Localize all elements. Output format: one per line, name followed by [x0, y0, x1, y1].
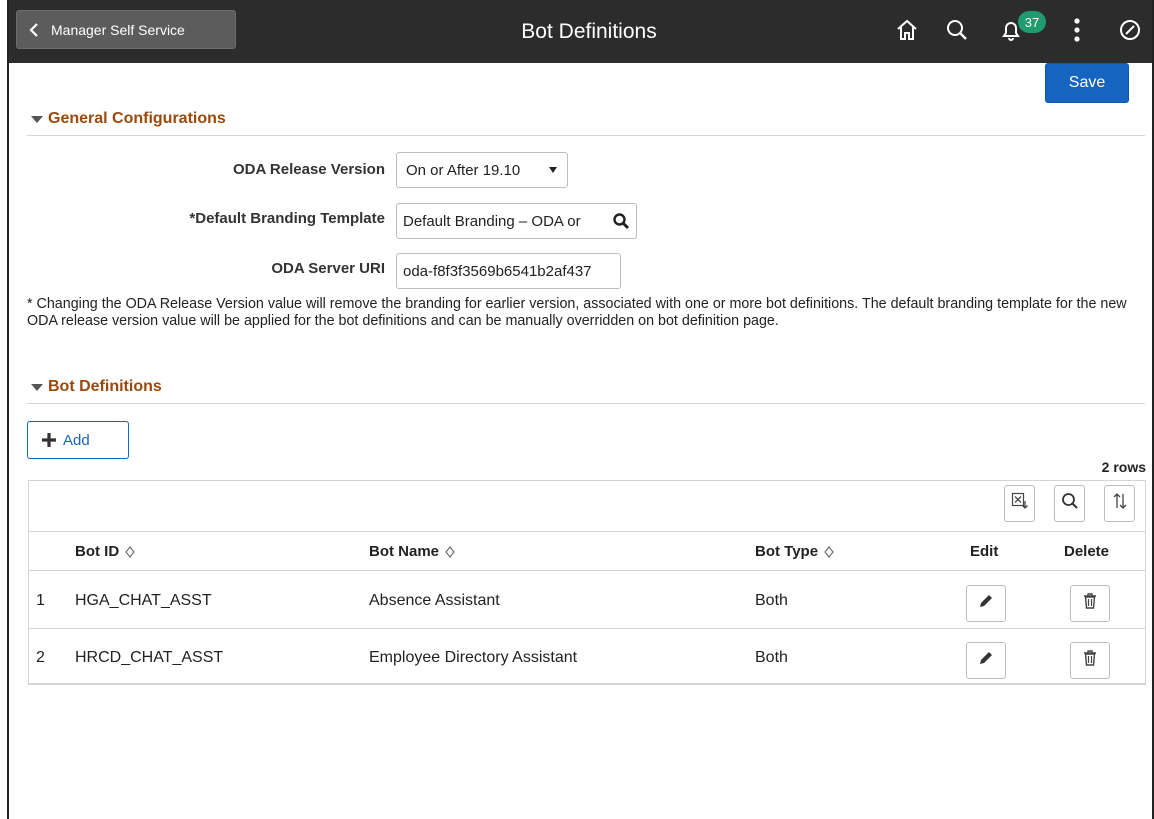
oda-server-uri-value: oda-f8f3f3569b6541b2af437	[403, 262, 592, 280]
more-vertical-icon[interactable]	[1062, 15, 1092, 45]
oda-server-uri-input[interactable]: oda-f8f3f3569b6541b2af437	[396, 253, 621, 289]
pencil-icon	[977, 649, 995, 672]
window-border-left	[7, 0, 9, 819]
banner: Manager Self Service Bot Definitions 37	[9, 0, 1152, 63]
edit-button[interactable]	[966, 585, 1006, 622]
download-excel-button[interactable]	[1004, 485, 1035, 522]
plus-icon	[41, 432, 57, 448]
sort-diamond-icon	[445, 545, 455, 558]
cell-bot-type: Both	[755, 648, 788, 666]
delete-button[interactable]	[1070, 585, 1110, 622]
search-icon[interactable]	[942, 15, 972, 45]
bot-definitions-grid: Bot ID Bot Name Bot Type Edit Delete 1 H…	[28, 480, 1146, 685]
add-button[interactable]: Add	[27, 421, 129, 459]
home-icon[interactable]	[892, 15, 922, 45]
trash-icon	[1082, 649, 1098, 672]
collapse-triangle-icon	[31, 384, 43, 391]
grid-header-row: Bot ID Bot Name Bot Type Edit Delete	[29, 532, 1145, 571]
page-title: Bot Definitions	[521, 19, 657, 43]
default-branding-template-input[interactable]: Default Branding – ODA or	[396, 203, 637, 239]
column-header-bot-id[interactable]: Bot ID	[75, 532, 135, 571]
column-header-edit: Edit	[970, 543, 999, 560]
sort-diamond-icon	[824, 545, 834, 558]
cell-bot-id: HRCD_CHAT_ASST	[75, 648, 224, 666]
cell-bot-type: Both	[755, 591, 788, 609]
cell-bot-name: Absence Assistant	[369, 591, 500, 609]
edit-button[interactable]	[966, 642, 1006, 679]
column-header-bot-name[interactable]: Bot Name	[369, 532, 455, 571]
section-title: General Configurations	[48, 110, 226, 127]
cell-bot-name: Employee Directory Assistant	[369, 648, 578, 666]
grid-find-button[interactable]	[1054, 485, 1085, 522]
cell-bot-id: HGA_CHAT_ASST	[75, 591, 212, 609]
row-number: 2	[36, 648, 45, 666]
notification-count-badge[interactable]: 37	[1018, 11, 1046, 33]
pencil-icon	[977, 592, 995, 615]
section-general-configurations[interactable]: General Configurations	[27, 110, 1145, 136]
default-branding-template-label: *Default Branding Template	[189, 210, 385, 227]
row-number: 1	[36, 591, 45, 609]
column-header-label: Bot ID	[75, 543, 120, 560]
default-branding-template-value: Default Branding – ODA or	[403, 212, 581, 230]
column-header-label: Bot Type	[755, 543, 819, 560]
column-header-bot-type[interactable]: Bot Type	[755, 532, 834, 571]
trash-icon	[1082, 592, 1098, 615]
grid-toolbar	[29, 481, 1145, 532]
sort-arrows-icon	[1111, 492, 1129, 515]
column-header-label: Bot Name	[369, 543, 440, 560]
release-version-note: * Changing the ODA Release Version value…	[27, 296, 1127, 329]
excel-download-icon	[1011, 492, 1029, 515]
back-button-label: Manager Self Service	[51, 21, 185, 38]
dropdown-caret-icon	[549, 167, 557, 173]
save-button[interactable]: Save	[1045, 63, 1129, 103]
column-header-delete: Delete	[1064, 543, 1110, 560]
navbar-icon[interactable]	[1115, 15, 1145, 45]
oda-server-uri-label: ODA Server URI	[271, 260, 385, 277]
oda-release-version-label: ODA Release Version	[232, 161, 385, 178]
table-row: 2 HRCD_CHAT_ASST Employee Directory Assi…	[29, 629, 1145, 686]
grid-sort-button[interactable]	[1104, 485, 1135, 522]
search-icon	[1061, 492, 1079, 515]
back-button[interactable]: Manager Self Service	[16, 10, 236, 49]
oda-release-version-value: On or After 19.10	[406, 161, 521, 179]
section-title: Bot Definitions	[48, 378, 162, 395]
chevron-left-icon	[29, 10, 51, 49]
section-bot-definitions[interactable]: Bot Definitions	[27, 378, 1145, 404]
collapse-triangle-icon	[31, 116, 43, 123]
oda-release-version-select[interactable]: On or After 19.10	[396, 152, 568, 188]
row-count: 2 rows	[1101, 459, 1146, 475]
lookup-search-icon[interactable]	[612, 212, 630, 234]
table-row: 1 HGA_CHAT_ASST Absence Assistant Both	[29, 572, 1145, 629]
add-button-label: Add	[63, 431, 90, 449]
sort-diamond-icon	[125, 545, 135, 558]
delete-button[interactable]	[1070, 642, 1110, 679]
